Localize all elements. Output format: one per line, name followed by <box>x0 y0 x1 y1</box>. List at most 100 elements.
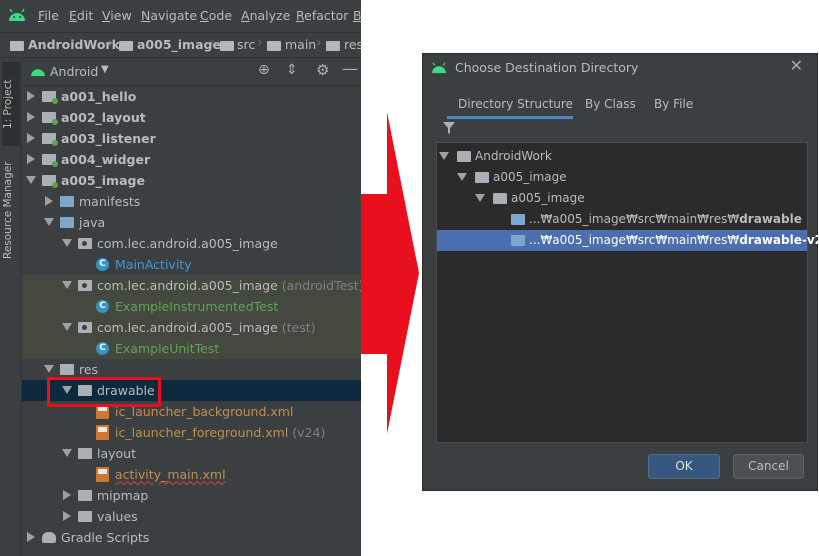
chevron-right-icon[interactable] <box>27 112 35 122</box>
directory-tree: AndroidWork a005_image a005_image ...₩a005_… <box>436 142 819 443</box>
chevron-down-icon[interactable] <box>62 449 72 457</box>
menu-analyze[interactable]: Analyze <box>241 8 290 23</box>
folder-icon <box>267 41 281 51</box>
module-folder-icon <box>42 175 58 188</box>
tree-label: ic_launcher_foreground.xml (v24) <box>115 425 326 440</box>
menu-code[interactable]: Code <box>200 8 232 23</box>
tree-row[interactable]: java <box>22 212 361 233</box>
breadcrumb-androidwork[interactable]: AndroidWork <box>28 37 120 52</box>
chevron-right-icon[interactable] <box>27 133 35 143</box>
project-panel-header: Android ▼ ⊕ ⇕ ⚙ — <box>22 58 361 86</box>
chevron-down-icon[interactable] <box>475 194 485 202</box>
chevron-down-icon[interactable] <box>44 365 54 373</box>
tree-row[interactable]: ic_launcher_foreground.xml (v24) <box>22 422 361 443</box>
breadcrumb-a005-image[interactable]: a005_image <box>137 37 221 52</box>
project-folder-icon <box>457 151 471 162</box>
gear-icon[interactable]: ⚙ <box>316 61 329 79</box>
chevron-down-icon[interactable] <box>62 281 72 289</box>
tree-row[interactable]: a005_image <box>22 170 361 191</box>
breadcrumb-main[interactable]: main <box>285 37 316 52</box>
minimize-icon[interactable]: — <box>342 59 358 78</box>
module-folder-icon <box>42 154 58 167</box>
directory-label: ...₩a005_image₩src₩main₩res₩drawable <box>529 212 802 226</box>
tree-row[interactable]: values <box>22 506 361 527</box>
tree-row[interactable]: com.lec.android.a005_image (test) <box>22 317 361 338</box>
ok-button[interactable]: OK <box>648 454 720 479</box>
chevron-right-icon[interactable] <box>45 196 53 206</box>
tree-label: a003_listener <box>61 131 156 146</box>
module-folder-icon <box>119 41 133 51</box>
module-folder-icon <box>42 91 58 104</box>
tree-row[interactable]: com.lec.android.a005_image <box>22 233 361 254</box>
collapse-all-icon[interactable]: ⇕ <box>286 62 298 78</box>
close-icon[interactable]: ✕ <box>790 56 803 75</box>
menu-refactor[interactable]: Refactor <box>296 8 348 23</box>
chevron-right-icon[interactable] <box>63 490 71 500</box>
filter-icon[interactable] <box>443 122 455 134</box>
package-icon <box>78 322 92 333</box>
folder-icon <box>511 214 525 225</box>
tab-directory-structure[interactable]: Directory Structure <box>458 97 573 111</box>
folder-icon <box>60 217 74 228</box>
tree-row[interactable]: a004_widger <box>22 149 361 170</box>
breadcrumb-res[interactable]: res <box>344 37 361 52</box>
menu-build[interactable]: B <box>353 8 361 23</box>
chevron-down-icon[interactable] <box>62 239 72 247</box>
directory-row[interactable]: a005_image <box>437 167 807 188</box>
directory-row[interactable]: ...₩a005_image₩src₩main₩res₩drawable-v24 <box>437 230 819 251</box>
tree-row[interactable]: C ExampleUnitTest <box>22 338 361 359</box>
locate-icon[interactable]: ⊕ <box>258 62 270 78</box>
chevron-down-icon[interactable]: ▼ <box>101 64 109 75</box>
tool-window-strip: 1: Project Resource Manager <box>0 58 22 556</box>
tree-label: ExampleInstrumentedTest <box>115 299 279 314</box>
chevron-down-icon[interactable] <box>62 323 72 331</box>
chevron-down-icon[interactable] <box>439 152 449 160</box>
arrow-right-icon <box>361 112 419 434</box>
tab-project[interactable]: 1: Project <box>2 62 20 146</box>
tree-row[interactable]: layout <box>22 443 361 464</box>
chevron-right-icon[interactable] <box>27 532 35 542</box>
view-selector[interactable]: Android <box>50 64 98 79</box>
menu-view[interactable]: View <box>102 8 132 23</box>
tree-row[interactable]: manifests <box>22 191 361 212</box>
cancel-button[interactable]: Cancel <box>733 454 804 479</box>
chevron-down-icon[interactable] <box>26 176 36 184</box>
directory-row[interactable]: ...₩a005_image₩src₩main₩res₩drawable <box>437 209 807 230</box>
tab-resource-manager[interactable]: Resource Manager <box>2 150 20 270</box>
tree-label: activity_main.xml <box>115 467 226 482</box>
tree-row[interactable]: C MainActivity <box>22 254 361 275</box>
chevron-right-icon: › <box>257 35 263 51</box>
chevron-right-icon[interactable] <box>27 154 35 164</box>
menu-file[interactable]: File <box>38 8 59 23</box>
class-icon: C <box>96 258 109 271</box>
menu-navigate[interactable]: Navigate <box>141 8 197 23</box>
tree-label-suffix: (v24) <box>288 425 326 440</box>
folder-icon <box>78 448 92 459</box>
menu-edit[interactable]: Edit <box>69 8 93 23</box>
tree-row[interactable]: a002_layout <box>22 107 361 128</box>
tree-row[interactable]: Gradle Scripts <box>22 527 361 548</box>
directory-row[interactable]: AndroidWork <box>437 146 807 167</box>
xml-file-icon <box>96 467 109 482</box>
tree-label: a005_image <box>61 173 145 188</box>
tab-by-class[interactable]: By Class <box>585 97 636 111</box>
class-icon: C <box>96 300 109 313</box>
tree-row[interactable]: a001_hello <box>22 86 361 107</box>
breadcrumb-src[interactable]: src <box>237 37 255 52</box>
tree-row[interactable]: com.lec.android.a005_image (androidTest) <box>22 275 361 296</box>
tab-by-file[interactable]: By File <box>654 97 693 111</box>
chevron-down-icon[interactable] <box>457 173 467 181</box>
directory-name: drawable-v24 <box>739 233 819 247</box>
tree-row[interactable]: activity_main.xml <box>22 464 361 485</box>
res-folder-icon <box>60 364 74 375</box>
tree-row[interactable]: C ExampleInstrumentedTest <box>22 296 361 317</box>
directory-path-prefix: ...₩a005_image₩src₩main₩res₩ <box>529 233 740 247</box>
directory-row[interactable]: a005_image <box>437 188 807 209</box>
chevron-right-icon[interactable] <box>27 91 35 101</box>
package-icon <box>78 238 92 249</box>
tree-row[interactable]: a003_listener <box>22 128 361 149</box>
chevron-right-icon[interactable] <box>63 511 71 521</box>
dialog-title: Choose Destination Directory <box>455 60 639 75</box>
tree-row[interactable]: mipmap <box>22 485 361 506</box>
chevron-down-icon[interactable] <box>44 218 54 226</box>
